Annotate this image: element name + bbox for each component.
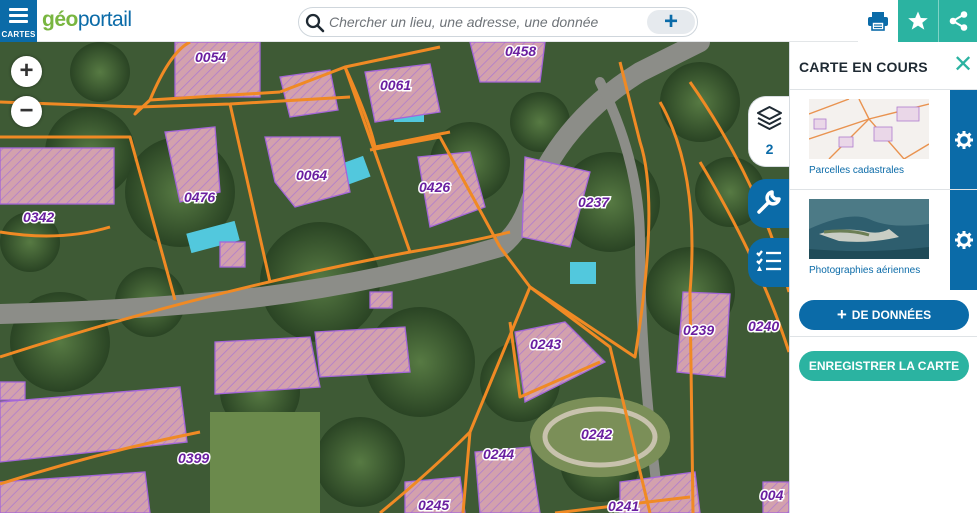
zoom-out-button[interactable]: − (11, 96, 42, 127)
search-input[interactable] (329, 12, 639, 32)
zoom-in-button[interactable]: + (11, 56, 42, 87)
parcel-label: 0245 (418, 497, 449, 513)
parcel-label: 0342 (23, 209, 54, 225)
panel-title: CARTE EN COURS (799, 59, 928, 75)
layer-thumbnail (809, 199, 929, 259)
divider (790, 336, 977, 337)
star-icon (908, 11, 928, 30)
hamburger-icon (9, 8, 28, 26)
parcel-label: 0240 (748, 318, 779, 334)
print-button[interactable] (858, 0, 898, 42)
logo-part1: géo (42, 8, 78, 31)
layer-name: Parcelles cadastrales (809, 165, 905, 176)
map-canvas[interactable]: 0054 0458 0061 0476 0064 0426 0237 0342 … (0, 42, 789, 513)
logo-part2: portail (77, 8, 132, 31)
share-button[interactable] (938, 0, 977, 42)
list-icon (756, 250, 781, 271)
legend-tab[interactable] (748, 238, 789, 287)
geoportail-logo[interactable]: géoportail (42, 8, 132, 32)
layer-item-cadastral[interactable]: Parcelles cadastrales (790, 89, 977, 190)
search-bar: + (298, 7, 698, 37)
parcel-label: 0244 (483, 446, 514, 462)
layers-icon (757, 106, 782, 130)
map-view[interactable]: 0054 0458 0061 0476 0064 0426 0237 0342 … (0, 42, 789, 513)
add-data-label: DE DONNÉES (851, 308, 932, 322)
parcel-label: 0061 (380, 77, 411, 93)
menu-label: CARTES (1, 30, 36, 39)
plus-icon: + (836, 305, 847, 324)
parcel-label: 0239 (683, 322, 714, 338)
layer-item-aerial[interactable]: Photographies aériennes (790, 189, 977, 290)
parcel-label: 0241 (608, 498, 639, 513)
favorite-button[interactable] (898, 0, 938, 42)
share-icon (949, 11, 968, 31)
parcel-label: 0242 (581, 426, 612, 442)
gear-icon (955, 231, 973, 249)
parcel-label: 0237 (578, 194, 610, 210)
add-data-button[interactable]: + DE DONNÉES (799, 300, 969, 330)
parcel-label: 0458 (505, 43, 536, 59)
search-add-button[interactable]: + (647, 10, 695, 34)
layers-count: 2 (765, 141, 774, 157)
layer-name: Photographies aériennes (809, 265, 921, 276)
gear-icon (955, 131, 973, 149)
search-icon[interactable] (305, 13, 325, 38)
parcel-label: 0399 (178, 450, 209, 466)
layer-thumbnail (809, 99, 929, 159)
parcel-label: 0426 (419, 179, 450, 195)
menu-button[interactable]: CARTES (0, 0, 37, 42)
parcel-label: 004 (760, 487, 784, 503)
save-map-button[interactable]: ENREGISTRER LA CARTE (799, 351, 969, 381)
parcel-label: 0476 (184, 189, 215, 205)
layers-tab[interactable]: 2 (748, 96, 789, 167)
printer-icon (868, 12, 888, 31)
current-map-panel: CARTE EN COURS ✕ Parcelles cadastrales P… (789, 42, 977, 513)
parcel-label: 0064 (296, 167, 327, 183)
close-icon[interactable]: ✕ (953, 52, 973, 78)
layer-settings-button[interactable] (950, 190, 977, 290)
top-bar: CARTES géoportail + (0, 0, 977, 42)
wrench-icon (757, 190, 781, 214)
parcel-label: 0243 (530, 336, 561, 352)
tools-tab[interactable] (748, 179, 789, 228)
parcel-label: 0054 (195, 49, 226, 65)
layer-settings-button[interactable] (950, 90, 977, 190)
